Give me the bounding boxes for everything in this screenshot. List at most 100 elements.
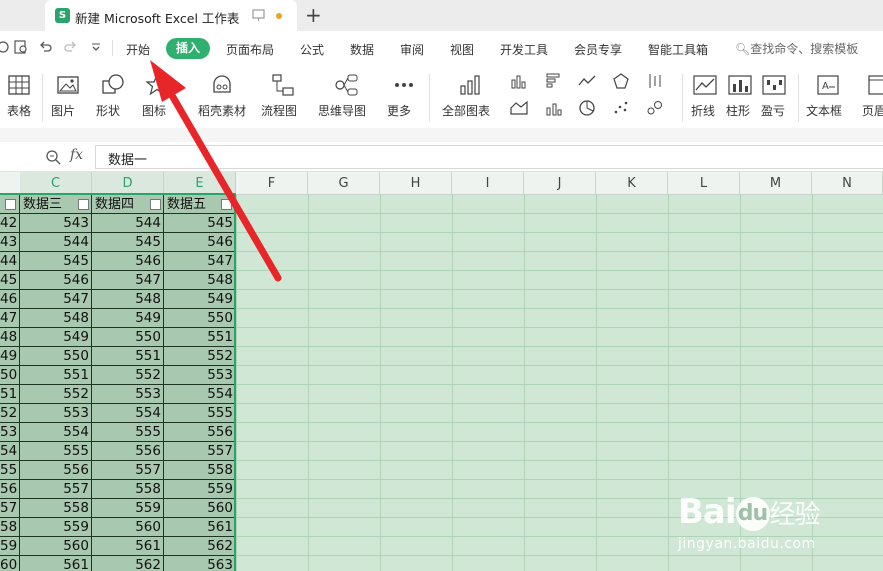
mindmap-label[interactable]: 思维导图 (318, 102, 366, 119)
print-icon[interactable] (0, 40, 10, 54)
table-cell[interactable]: 550 (92, 328, 164, 347)
filter-dropdown-icon[interactable] (78, 199, 89, 210)
command-search[interactable]: 🔍︎查找命令、搜索模板 (735, 40, 858, 57)
all-charts-label[interactable]: 全部图表 (442, 102, 490, 119)
table-cell[interactable]: 49 (0, 347, 20, 366)
menu-data[interactable]: 数据 (350, 41, 374, 58)
table-cell[interactable]: 553 (164, 366, 236, 385)
table-cell[interactable]: 544 (20, 233, 92, 252)
textbox-icon[interactable]: A (815, 72, 841, 98)
table-cell[interactable]: 550 (20, 347, 92, 366)
table-cell[interactable]: 51 (0, 385, 20, 404)
table-cell[interactable]: 58 (0, 518, 20, 537)
header-footer-label[interactable]: 页眉 (862, 102, 883, 119)
picture-label[interactable]: 图片 (51, 102, 75, 119)
radar-chart-icon[interactable] (612, 72, 630, 90)
table-cell[interactable]: 48 (0, 328, 20, 347)
table-cell[interactable]: 550 (164, 309, 236, 328)
table-cell[interactable]: 559 (20, 518, 92, 537)
table-cell[interactable]: 56 (0, 480, 20, 499)
table-cell[interactable]: 54 (0, 442, 20, 461)
table-cell[interactable]: 549 (164, 290, 236, 309)
column-header-i[interactable]: I (452, 172, 524, 195)
table-cell[interactable]: 557 (20, 480, 92, 499)
table-cell[interactable]: 548 (20, 309, 92, 328)
table-cell[interactable]: 551 (92, 347, 164, 366)
table-cell[interactable]: 560 (164, 499, 236, 518)
table-cell[interactable]: 547 (20, 290, 92, 309)
area-chart-icon[interactable] (510, 99, 528, 117)
table-cell[interactable]: 57 (0, 499, 20, 518)
table-cell[interactable]: 562 (92, 556, 164, 571)
table-icon[interactable] (6, 72, 32, 98)
header-cell-c[interactable]: 数据三 (20, 195, 92, 214)
table-cell[interactable]: 47 (0, 309, 20, 328)
scatter-chart-icon[interactable] (612, 99, 630, 117)
table-cell[interactable]: 556 (20, 461, 92, 480)
zoom-icon[interactable] (45, 149, 61, 165)
table-cell[interactable]: 560 (92, 518, 164, 537)
bubble-chart-icon[interactable] (646, 99, 664, 117)
sparkline-line-icon[interactable] (692, 72, 718, 98)
sparkline-line-label[interactable]: 折线 (691, 102, 715, 119)
table-cell[interactable]: 559 (92, 499, 164, 518)
header-footer-icon[interactable] (866, 72, 883, 98)
picture-icon[interactable] (55, 72, 81, 98)
table-cell[interactable]: 50 (0, 366, 20, 385)
table-cell[interactable]: 552 (92, 366, 164, 385)
textbox-label[interactable]: 文本框 (806, 102, 842, 119)
table-cell[interactable]: 555 (92, 423, 164, 442)
table-cell[interactable]: 549 (20, 328, 92, 347)
table-cell[interactable]: 563 (164, 556, 236, 571)
table-cell[interactable]: 554 (20, 423, 92, 442)
column-chart-icon[interactable] (510, 72, 528, 90)
document-tab[interactable]: S 新建 Microsoft Excel 工作表 (45, 0, 297, 31)
redo-icon[interactable] (63, 40, 77, 54)
table-cell[interactable]: 562 (164, 537, 236, 556)
undo-icon[interactable] (39, 40, 53, 54)
filter-dropdown-icon[interactable] (5, 199, 16, 210)
table-cell[interactable]: 557 (92, 461, 164, 480)
table-cell[interactable]: 561 (20, 556, 92, 571)
bar-chart-icon[interactable] (545, 72, 563, 90)
table-cell[interactable]: 553 (20, 404, 92, 423)
shape-icon[interactable] (100, 72, 126, 98)
table-cell[interactable]: 46 (0, 290, 20, 309)
table-cell[interactable]: 556 (164, 423, 236, 442)
more-label[interactable]: 更多 (387, 102, 411, 119)
stock-chart-icon[interactable] (646, 72, 664, 90)
table-cell[interactable]: 555 (164, 404, 236, 423)
table-cell[interactable]: 546 (20, 271, 92, 290)
menu-smart-tools[interactable]: 智能工具箱 (648, 41, 708, 58)
sparkline-winloss-icon[interactable] (761, 72, 787, 98)
table-cell[interactable]: 557 (164, 442, 236, 461)
table-cell[interactable]: 53 (0, 423, 20, 442)
table-cell[interactable]: 44 (0, 252, 20, 271)
monitor-icon[interactable] (252, 7, 265, 23)
pie-chart-icon[interactable] (578, 99, 596, 117)
table-cell[interactable]: 559 (164, 480, 236, 499)
table-cell[interactable]: 59 (0, 537, 20, 556)
sparkline-winloss-label[interactable]: 盈亏 (761, 102, 785, 119)
column-header-j[interactable]: J (524, 172, 596, 195)
table-cell[interactable]: 543 (20, 214, 92, 233)
table-cell[interactable]: 551 (20, 366, 92, 385)
table-label[interactable]: 表格 (7, 102, 31, 119)
combo-chart-icon[interactable] (545, 99, 563, 117)
function-icon[interactable]: fx (70, 147, 83, 163)
table-cell[interactable]: 545 (20, 252, 92, 271)
column-header-l[interactable]: L (668, 172, 740, 195)
column-header-m[interactable]: M (740, 172, 812, 195)
column-header-c[interactable]: C (20, 172, 92, 195)
menu-view[interactable]: 视图 (450, 41, 474, 58)
table-cell[interactable]: 556 (92, 442, 164, 461)
table-cell[interactable]: 45 (0, 271, 20, 290)
menu-developer[interactable]: 开发工具 (500, 41, 548, 58)
print-preview-icon[interactable] (14, 40, 28, 54)
table-cell[interactable]: 560 (20, 537, 92, 556)
table-cell[interactable]: 548 (92, 290, 164, 309)
table-cell[interactable]: 42 (0, 214, 20, 233)
sparkline-bar-label[interactable]: 柱形 (726, 102, 750, 119)
column-header-k[interactable]: K (596, 172, 668, 195)
table-cell[interactable]: 549 (92, 309, 164, 328)
